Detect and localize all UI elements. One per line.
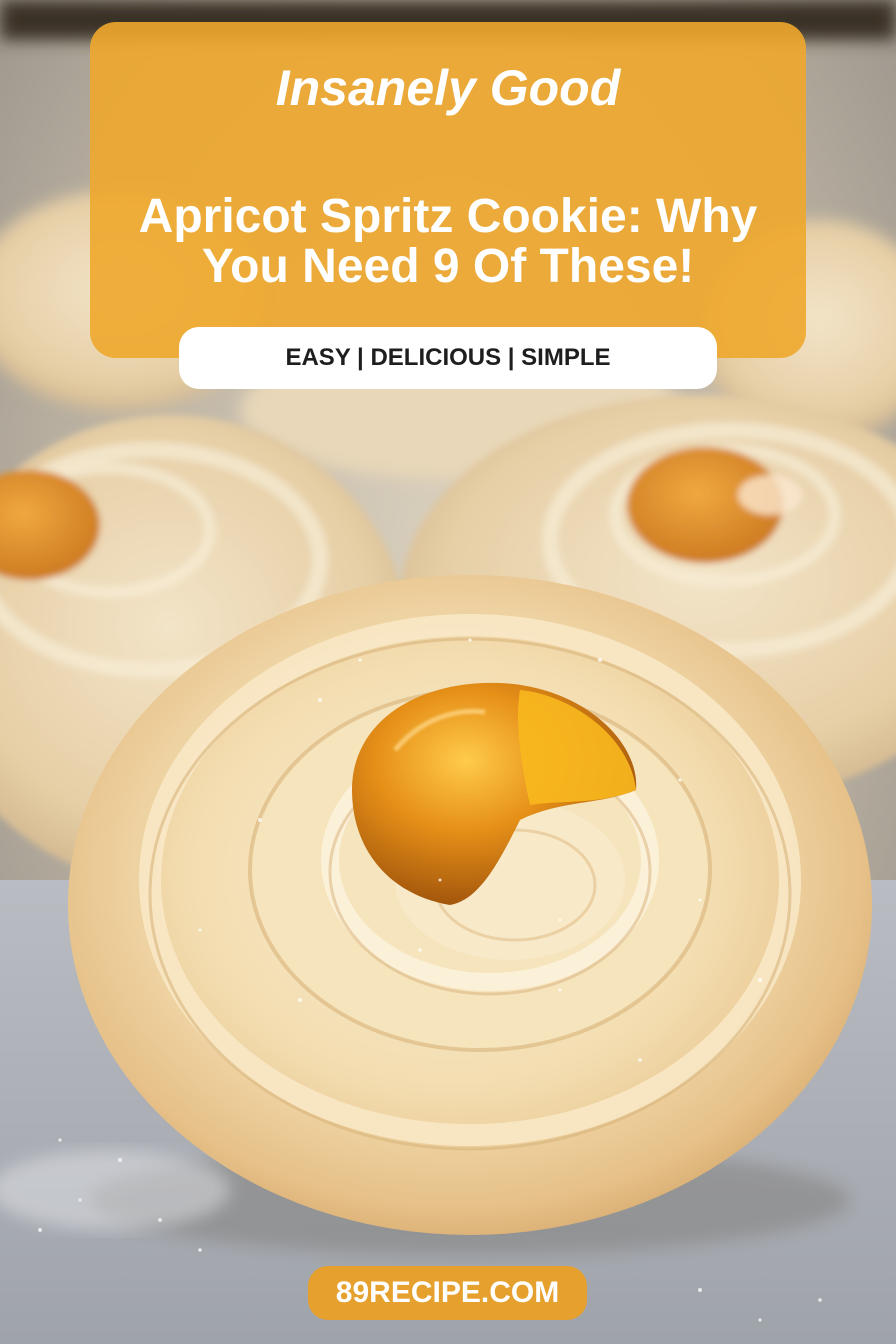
title-banner: Insanely Good Apricot Spritz Cookie: Why… (90, 22, 806, 358)
website-badge[interactable]: 89RECIPE.COM (308, 1266, 587, 1320)
tagline-pill: EASY | DELICIOUS | SIMPLE (179, 327, 717, 389)
tagline-text: EASY | DELICIOUS | SIMPLE (285, 344, 611, 371)
website-text: 89RECIPE.COM (335, 1276, 560, 1309)
recipe-title: Apricot Spritz Cookie: Why You Need 9 Of… (138, 190, 758, 293)
brand-name: Insanely Good (275, 60, 621, 116)
